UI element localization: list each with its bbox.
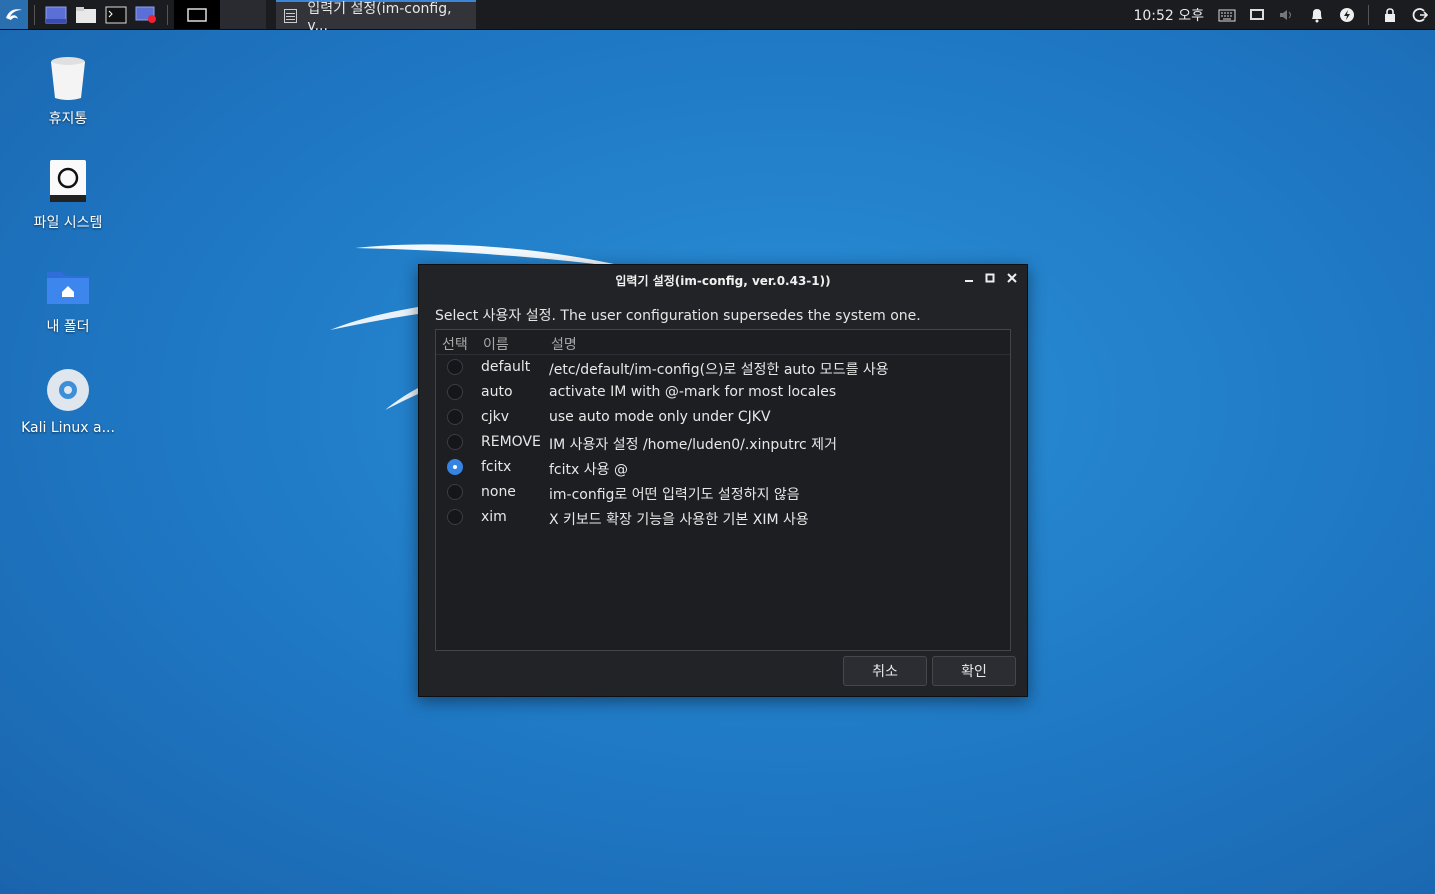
desktop-icon [45, 6, 67, 23]
desktop-icon-label: Kali Linux a... [21, 420, 115, 436]
item-description: X 키보드 확장 기능을 사용한 기본 XIM 사용 [549, 512, 809, 528]
desktop-icon-label: 내 폴더 [46, 319, 90, 335]
desktop-icon-home[interactable]: 내 폴더 [13, 262, 123, 336]
notification-bell-icon[interactable] [1306, 4, 1328, 26]
ok-button[interactable]: 확인 [932, 656, 1016, 686]
column-header-description[interactable]: 설명 [551, 334, 577, 354]
screen-recorder-launcher[interactable] [133, 4, 159, 26]
item-description: /etc/default/im-config(으)로 설정한 auto 모드를 … [549, 362, 889, 378]
folder-icon [76, 6, 96, 23]
close-button[interactable] [1004, 270, 1020, 286]
taskbar-window-title: 입력기 설정(im-config, v... [307, 0, 452, 34]
radio-button[interactable] [447, 484, 463, 500]
radio-button[interactable] [447, 509, 463, 525]
column-header-select[interactable]: 선택 [442, 334, 468, 354]
item-name: cjkv [481, 409, 509, 425]
taskbar-window-button[interactable]: 입력기 설정(im-config, v... [276, 0, 476, 34]
column-header-name[interactable]: 이름 [483, 334, 509, 354]
cancel-button[interactable]: 취소 [843, 656, 927, 686]
item-name: REMOVE [481, 434, 541, 450]
system-tray: 10:52 오후 [1133, 0, 1435, 29]
minimize-button[interactable] [961, 270, 977, 286]
desktop-icon-trash[interactable]: 휴지통 [13, 54, 123, 128]
radio-button[interactable] [447, 459, 463, 475]
maximize-button[interactable] [982, 270, 998, 286]
item-name: xim [481, 509, 507, 525]
close-icon [1007, 273, 1017, 283]
screen-record-icon [135, 6, 156, 23]
display-icon[interactable] [1246, 4, 1268, 26]
desktop-icon-label: 파일 시스템 [33, 215, 103, 231]
clock[interactable]: 10:52 오후 [1133, 5, 1204, 25]
item-description: activate IM with @-mark for most locales [549, 384, 837, 400]
file-manager-launcher[interactable] [73, 4, 99, 26]
list-item[interactable]: REMOVE IM 사용자 설정 /home/luden0/.xinputrc 제… [436, 430, 1010, 455]
item-description: fcitx 사용 @ [549, 462, 628, 478]
maximize-icon [985, 273, 995, 283]
item-name: none [481, 484, 516, 500]
list-item[interactable]: xim X 키보드 확장 기능을 사용한 기본 XIM 사용 [436, 505, 1010, 530]
minimize-icon [965, 280, 973, 282]
window-list-icon [284, 8, 298, 23]
keyboard-icon[interactable] [1216, 4, 1238, 26]
dialog-titlebar[interactable]: 입력기 설정(im-config, ver.0.43-1)) [419, 265, 1027, 293]
power-manager-icon[interactable] [1336, 4, 1358, 26]
top-panel: 입력기 설정(im-config, v... 10:52 오후 [0, 0, 1435, 34]
workspace-2[interactable] [220, 0, 266, 29]
item-description: im-config로 어떤 입력기도 설정하지 않음 [549, 487, 800, 503]
item-name: default [481, 359, 531, 375]
radio-button[interactable] [447, 359, 463, 375]
dialog-prompt: Select 사용자 설정. The user configuration su… [435, 308, 921, 324]
panel-separator [1368, 4, 1369, 25]
lock-icon[interactable] [1379, 4, 1401, 26]
item-name: fcitx [481, 459, 512, 475]
volume-icon[interactable] [1276, 4, 1298, 26]
show-desktop-launcher[interactable] [43, 4, 69, 26]
list-item[interactable]: cjkv use auto mode only under CJKV [436, 405, 1010, 430]
desktop-icon-kali-disc[interactable]: Kali Linux a... [13, 366, 123, 436]
list-item[interactable]: default/etc/default/im-config(으)로 설정한 au… [436, 355, 1010, 380]
list-item[interactable]: auto activate IM with @-mark for most loc… [436, 380, 1010, 405]
panel-separator [167, 4, 168, 25]
desktop-icon-label: 휴지통 [48, 111, 88, 127]
trash-icon [44, 54, 92, 102]
list-item[interactable]: fcitx fcitx 사용 @ [436, 455, 1010, 480]
im-list: 선택 이름 설명 default/etc/default/im-config(으… [435, 329, 1011, 651]
kali-dragon-icon [6, 8, 22, 20]
radio-button[interactable] [447, 434, 463, 450]
desktop-icon-filesystem[interactable]: 파일 시스템 [13, 158, 123, 232]
dialog-title: 입력기 설정(im-config, ver.0.43-1)) [615, 274, 831, 288]
list-header: 선택 이름 설명 [436, 330, 1010, 355]
drive-icon [44, 158, 92, 206]
workspace-1[interactable] [174, 0, 220, 29]
radio-button[interactable] [447, 409, 463, 425]
home-folder-icon [44, 262, 92, 310]
logout-icon[interactable] [1409, 4, 1431, 26]
radio-button[interactable] [447, 384, 463, 400]
terminal-launcher[interactable] [103, 4, 129, 26]
kali-menu-button[interactable] [0, 0, 28, 29]
im-config-dialog: 입력기 설정(im-config, ver.0.43-1)) Select 사용… [418, 264, 1028, 697]
item-description: use auto mode only under CJKV [549, 409, 771, 425]
item-description: IM 사용자 설정 /home/luden0/.xinputrc 제거 [549, 437, 837, 453]
workspace-window-icon [187, 7, 207, 22]
terminal-icon [105, 6, 127, 23]
panel-separator [34, 4, 35, 25]
item-name: auto [481, 384, 513, 400]
list-item[interactable]: none im-config로 어떤 입력기도 설정하지 않음 [436, 480, 1010, 505]
disc-icon [44, 366, 92, 414]
